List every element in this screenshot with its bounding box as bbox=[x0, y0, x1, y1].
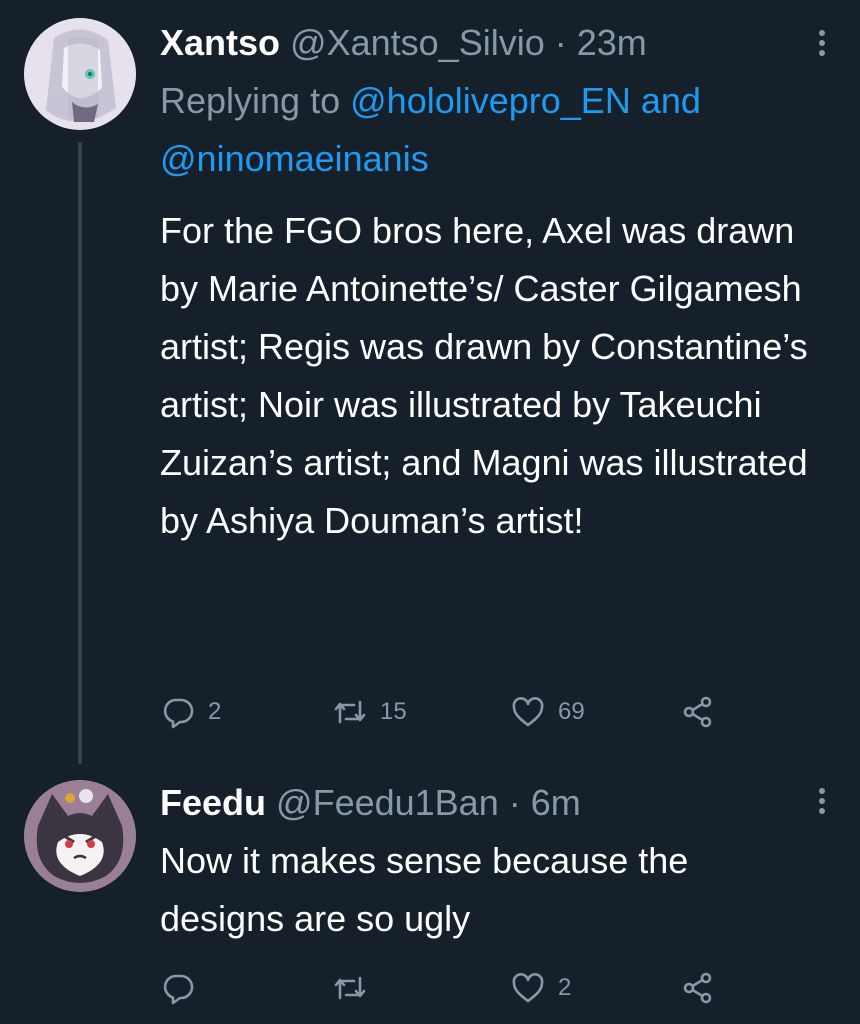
reply-icon bbox=[163, 698, 194, 729]
separator-dot: · bbox=[508, 782, 521, 823]
avatar-image bbox=[24, 18, 136, 130]
reply-count: 2 bbox=[208, 698, 222, 725]
more-vertical-icon[interactable] bbox=[812, 784, 832, 820]
tweet-actions: 2 15 69 bbox=[160, 692, 760, 732]
share-icon bbox=[683, 696, 712, 728]
user-handle[interactable]: @Feedu1Ban bbox=[276, 782, 499, 823]
reply-button[interactable] bbox=[160, 968, 208, 1008]
tweet-header: Feedu @Feedu1Ban · 6m bbox=[160, 782, 820, 824]
retweet-icon bbox=[334, 700, 366, 724]
tweet-feedu[interactable]: Feedu @Feedu1Ban · 6m Now it makes sense… bbox=[0, 760, 860, 1024]
tweet-header: Xantso @Xantso_Silvio · 23m bbox=[160, 22, 820, 64]
timestamp[interactable]: 6m bbox=[531, 782, 581, 823]
more-vertical-icon[interactable] bbox=[812, 26, 832, 62]
like-count: 2 bbox=[558, 974, 572, 1001]
mention-and[interactable]: and bbox=[641, 80, 701, 121]
separator-dot: · bbox=[554, 22, 567, 63]
display-name[interactable]: Xantso bbox=[160, 22, 280, 63]
tweet-text: For the FGO bros here, Axel was drawn by… bbox=[160, 210, 808, 541]
avatar-feedu[interactable] bbox=[24, 780, 136, 892]
thread-line bbox=[78, 142, 82, 764]
mention-link[interactable]: @hololivepro_EN bbox=[350, 80, 631, 121]
retweet-icon bbox=[334, 976, 366, 1000]
avatar-xantso[interactable] bbox=[24, 18, 136, 130]
replying-to: Replying to @hololivepro_EN and @ninomae… bbox=[160, 72, 820, 188]
share-icon bbox=[683, 972, 712, 1004]
reply-icon bbox=[163, 974, 194, 1005]
tweet-xantso[interactable]: Xantso @Xantso_Silvio · 23m Replying to … bbox=[0, 0, 860, 764]
avatar-image bbox=[24, 780, 136, 892]
retweet-count: 15 bbox=[380, 698, 407, 725]
heart-icon bbox=[512, 697, 544, 727]
tweet-text: Now it makes sense because the designs a… bbox=[160, 840, 689, 939]
share-button[interactable] bbox=[680, 692, 716, 732]
reply-button[interactable]: 2 bbox=[160, 692, 221, 732]
like-count: 69 bbox=[558, 698, 585, 725]
user-handle[interactable]: @Xantso_Silvio bbox=[290, 22, 545, 63]
retweet-button[interactable]: 15 bbox=[332, 692, 407, 732]
mention-link[interactable]: @ninomaeinanis bbox=[160, 138, 429, 179]
share-button[interactable] bbox=[680, 968, 716, 1008]
heart-icon bbox=[512, 973, 544, 1003]
like-button[interactable]: 2 bbox=[510, 968, 571, 1008]
replying-to-prefix: Replying to bbox=[160, 80, 341, 121]
like-button[interactable]: 69 bbox=[510, 692, 585, 732]
tweet-actions: 2 bbox=[160, 968, 760, 1008]
display-name[interactable]: Feedu bbox=[160, 782, 266, 823]
retweet-button[interactable] bbox=[332, 968, 380, 1008]
timestamp[interactable]: 23m bbox=[577, 22, 647, 63]
